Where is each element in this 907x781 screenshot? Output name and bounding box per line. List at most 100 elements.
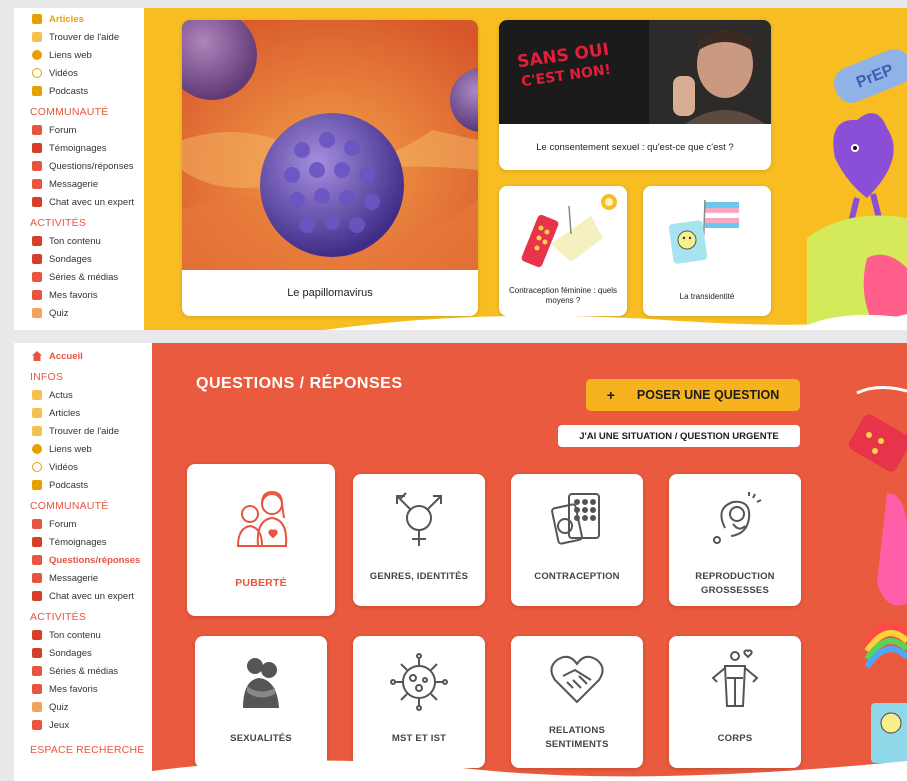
microphone-icon — [32, 86, 42, 96]
sidebar-item-forum[interactable]: Forum — [14, 121, 144, 139]
fetus-icon — [713, 492, 762, 544]
papillomavirus-image — [182, 20, 478, 270]
sidebar-item-label: Sondages — [49, 253, 92, 265]
gender-symbol-icon — [396, 492, 442, 546]
category-label: PUBERTÉ — [235, 577, 287, 589]
category-reproduction[interactable]: REPRODUCTION GROSSESSES — [669, 474, 801, 606]
sidebar-item-liens-web[interactable]: Liens web — [14, 440, 152, 458]
sidebar-item-label: Liens web — [49, 49, 92, 61]
sidebar-item-label: Témoignages — [49, 536, 107, 548]
favorites-icon — [32, 684, 42, 694]
sidebar-item-ton-contenu[interactable]: Ton contenu — [14, 232, 144, 250]
sidebar-item-articles[interactable]: Articles — [14, 404, 152, 422]
sidebar-item-forum[interactable]: Forum — [14, 515, 152, 533]
sidebar-item-series-medias[interactable]: Séries & médias — [14, 268, 144, 286]
sidebar-item-messagerie[interactable]: Messagerie — [14, 569, 152, 587]
play-icon — [32, 462, 42, 472]
message-icon — [32, 573, 42, 583]
sidebar-item-trouver-de-l-aide[interactable]: Trouver de l'aide — [14, 422, 152, 440]
sidebar-item-mes-favoris[interactable]: Mes favoris — [14, 680, 152, 698]
sidebar-item-label: Chat avec un expert — [49, 590, 135, 602]
sidebar-item-jeux[interactable]: Jeux — [14, 716, 152, 734]
content-icon — [32, 236, 42, 246]
sidebar-item-label: Articles — [49, 407, 81, 419]
contraception-illustration — [521, 194, 617, 268]
category-label: REPRODUCTION GROSSESSES — [695, 571, 775, 596]
card-consent[interactable]: SANS OUI C'EST NON! Le consentement sexu… — [499, 20, 771, 170]
page-title: QUESTIONS / RÉPONSES — [196, 375, 403, 392]
infos-heading: INFOS — [30, 371, 64, 383]
info-icon — [32, 50, 42, 60]
urgent-question-button[interactable]: J'AI UNE SITUATION / QUESTION URGENTE — [558, 425, 800, 447]
sidebar-item-label: Trouver de l'aide — [49, 425, 120, 437]
transidentity-illustration — [668, 199, 740, 264]
sidebar-item-questions-reponses[interactable]: Questions/réponses — [14, 157, 144, 175]
heart-handshake-icon — [550, 655, 604, 704]
favorites-icon — [32, 290, 42, 300]
activities-heading: ACTIVITÉS — [30, 611, 87, 623]
sidebar-item-podcasts[interactable]: Podcasts — [14, 476, 152, 494]
puberty-icon — [236, 490, 288, 547]
testimony-icon — [32, 143, 42, 153]
sidebar-item-label: Liens web — [49, 443, 92, 455]
content-icon — [32, 630, 42, 640]
home-icon — [32, 351, 42, 361]
sidebar-item-series-medias[interactable]: Séries & médias — [14, 662, 152, 680]
sidebar-item-quiz[interactable]: Quiz — [14, 698, 152, 716]
sidebar-item-label: Chat avec un expert — [49, 196, 135, 208]
sidebar-item-label: Articles — [49, 13, 84, 25]
sidebar-item-label: Messagerie — [49, 178, 99, 190]
plus-icon: + — [606, 387, 615, 403]
sidebar-item-ton-contenu[interactable]: Ton contenu — [14, 626, 152, 644]
sidebar-item-videos[interactable]: Vidéos — [14, 64, 144, 82]
sidebar-item-label: Témoignages — [49, 142, 107, 154]
card-contraception[interactable]: Contraception féminine : quels moyens ? — [499, 186, 627, 316]
sidebar-item-label: Trouver de l'aide — [49, 31, 120, 43]
sidebar-item-temoignages[interactable]: Témoignages — [14, 139, 144, 157]
sidebar-item-trouver-de-l-aide[interactable]: Trouver de l'aide — [14, 28, 144, 46]
sidebar-item-questions-reponses[interactable]: Questions/réponses — [14, 551, 152, 569]
sidebar-item-sondages[interactable]: Sondages — [14, 250, 144, 268]
category-contraception[interactable]: CONTRACEPTION — [511, 474, 643, 606]
ask-question-button[interactable]: + POSER UNE QUESTION — [586, 379, 800, 411]
sidebar-item-messagerie[interactable]: Messagerie — [14, 175, 144, 193]
card-papillomavirus[interactable]: Le papillomavirus — [182, 20, 478, 316]
category-genders[interactable]: GENRES, IDENTITÉS — [353, 474, 485, 606]
play-icon — [32, 68, 42, 78]
sidebar-item-label: Quiz — [49, 701, 69, 713]
sidebar-item-actus[interactable]: Actus — [14, 386, 152, 404]
sidebar-item-podcasts[interactable]: Podcasts — [14, 82, 144, 100]
body-icon — [711, 649, 759, 707]
sidebar-item-chat-avec-un-expert[interactable]: Chat avec un expert — [14, 193, 144, 211]
community-heading: COMMUNAUTÉ — [30, 500, 109, 512]
sidebar-item-sondages[interactable]: Sondages — [14, 644, 152, 662]
questions-area: QUESTIONS / RÉPONSES + POSER UNE QUESTIO… — [152, 343, 907, 781]
sidebar-item-articles[interactable]: Articles — [14, 10, 144, 28]
sidebar-item-temoignages[interactable]: Témoignages — [14, 533, 152, 551]
sidebar-item-label: Mes favoris — [49, 683, 98, 695]
category-puberty[interactable]: PUBERTÉ — [187, 464, 335, 616]
sidebar-item-label: Vidéos — [49, 461, 78, 473]
sidebar-item-label: Jeux — [49, 719, 70, 731]
card-transidentity[interactable]: La transidentité — [643, 186, 771, 316]
articles-icon — [32, 14, 42, 24]
category-label: CONTRACEPTION — [534, 571, 620, 582]
sidebar-item-videos[interactable]: Vidéos — [14, 458, 152, 476]
bottom-right-decoration — [848, 386, 907, 763]
sidebar-item-quiz[interactable]: Quiz — [14, 304, 144, 322]
sidebar-item-label: Questions/réponses — [49, 160, 134, 172]
sidebar-item-label: Séries & médias — [49, 271, 119, 283]
card-consent-title: Le consentement sexuel : qu'est-ce que c… — [536, 141, 734, 153]
sidebar-item-home[interactable]: Accueil — [14, 347, 152, 365]
sidebar-item-label: Accueil — [49, 350, 83, 362]
sidebar-item-label: Quiz — [49, 307, 69, 319]
top-right-decoration — [797, 49, 907, 330]
sidebar-item-chat-avec-un-expert[interactable]: Chat avec un expert — [14, 587, 152, 605]
poll-icon — [32, 648, 42, 658]
info-icon — [32, 444, 42, 454]
sidebar-item-liens-web[interactable]: Liens web — [14, 46, 144, 64]
sidebar-item-mes-favoris[interactable]: Mes favoris — [14, 286, 144, 304]
sidebar-item-label: Actus — [49, 389, 73, 401]
forum-icon — [32, 519, 42, 529]
ask-question-label: POSER UNE QUESTION — [636, 388, 780, 402]
